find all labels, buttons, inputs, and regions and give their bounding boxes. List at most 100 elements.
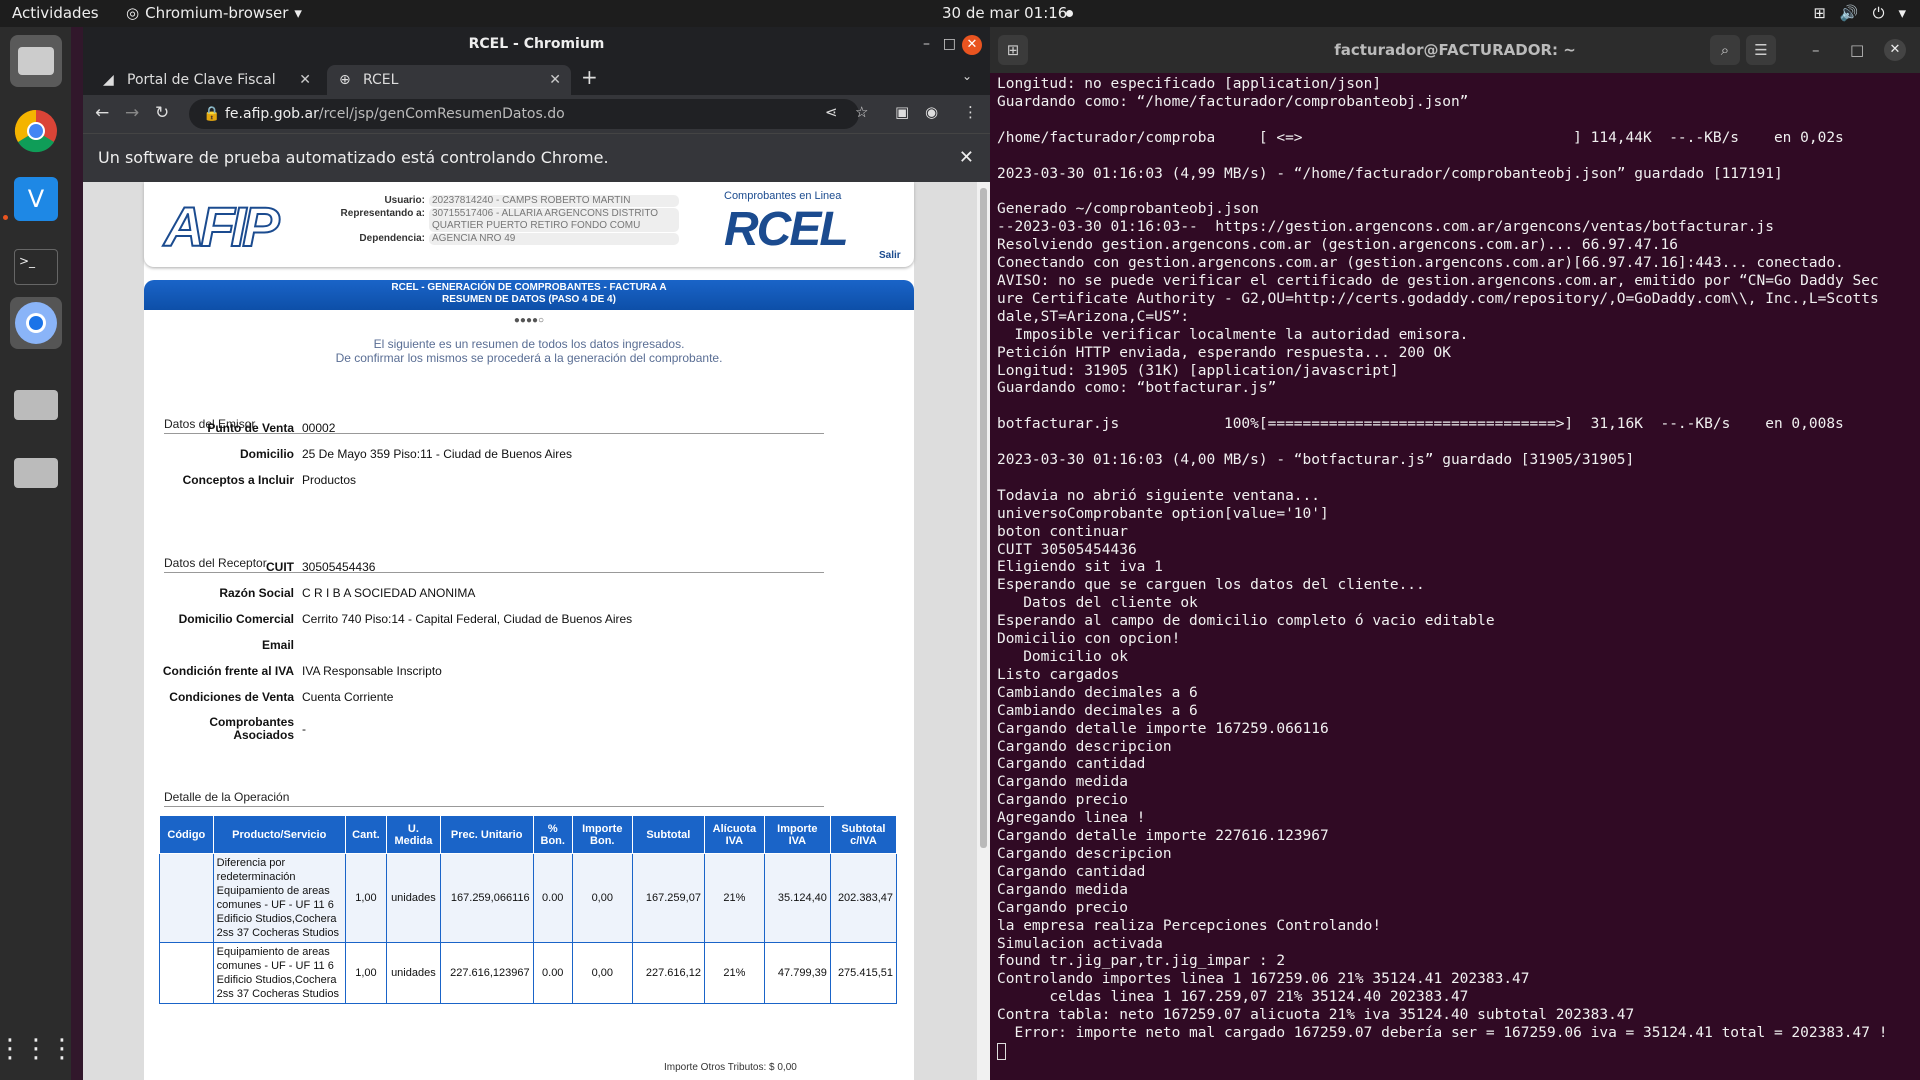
drive-icon[interactable] (10, 447, 62, 499)
salir-link[interactable]: Salir (879, 250, 901, 261)
representing-value: 30715517406 - ALLARIA ARGENCONS DISTRITO… (429, 208, 679, 232)
back-icon[interactable]: ← (95, 103, 109, 123)
share-icon[interactable]: ⋖ (825, 103, 838, 121)
close-button[interactable]: ✕ (1884, 39, 1906, 61)
chrome-icon[interactable] (10, 105, 62, 157)
table-cell: 21% (703, 942, 765, 1004)
banner-title: RCEL - GENERACIÓN DE COMPROBANTES - FACT… (391, 282, 667, 293)
field-label: Comprobantes Asociados (209, 715, 294, 742)
table-cell: 167.259,066116 (439, 853, 534, 943)
app-name: Chromium-browser (145, 4, 289, 22)
new-tab-button[interactable]: + (581, 65, 598, 89)
vscode-icon[interactable]: V (10, 173, 62, 225)
maximize-button[interactable]: □ (943, 27, 956, 62)
system-tray[interactable]: ⊞ 🔊 ⏻ ▾ (1813, 4, 1906, 22)
minimize-button[interactable]: – (1812, 27, 1820, 73)
terminal-line: Esperando al campo de domicilio completo… (997, 613, 1495, 630)
close-tab-icon[interactable]: ✕ (549, 65, 561, 95)
new-tab-icon[interactable]: ⊞ (998, 35, 1028, 65)
label: Dependencia: (359, 233, 425, 244)
search-icon[interactable]: ⌕ (1710, 35, 1740, 65)
table-cell (159, 942, 214, 1004)
field-value: 00002 (302, 421, 336, 435)
field-label: Email (261, 638, 294, 652)
tab-search-icon[interactable]: ⌄ (962, 69, 972, 83)
tab-label: Portal de Clave Fiscal (127, 72, 276, 88)
column-header: Importe IVA (763, 815, 831, 854)
table-cell: 0,00 (571, 942, 633, 1004)
terminal-line: Petición HTTP enviada, esperando respues… (997, 344, 1451, 361)
terminal-line: boton continuar (997, 523, 1128, 540)
terminal-output[interactable]: Longitud: no especificado [application/j… (997, 76, 1913, 1076)
volume-icon: 🔊 (1839, 4, 1859, 22)
menu-icon[interactable]: ☰ (1746, 35, 1776, 65)
terminal-line: Conectando con gestion.argencons.com.ar … (997, 255, 1844, 272)
table-cell: 35.124,40 (763, 853, 831, 943)
maximize-button[interactable]: □ (1850, 27, 1864, 73)
column-header: U. Medida (386, 815, 441, 854)
page-scrollbar[interactable] (977, 182, 990, 1080)
tab-strip: ◢ Portal de Clave Fiscal ✕ ⊕ RCEL ✕ (83, 62, 990, 95)
drive-icon[interactable] (10, 379, 62, 431)
forward-icon[interactable]: → (125, 103, 139, 123)
profile-icon[interactable]: ◉ (925, 103, 938, 121)
tab-rcel[interactable]: ⊕ RCEL ✕ (327, 65, 571, 95)
terminal-line: Eligiendo sit iva 1 (997, 559, 1163, 576)
intro-line: El siguiente es un resumen de todos los … (373, 337, 685, 351)
close-infobar-icon[interactable]: ✕ (959, 134, 974, 182)
field-row: Domicilio Comercial Cerrito 740 Piso:14 -… (144, 612, 914, 638)
terminal-line: Cambiando decimales a 6 (997, 684, 1198, 701)
column-header: Subtotal (631, 815, 705, 854)
terminal-line: AVISO: no se puede verificar el certific… (997, 272, 1879, 289)
terminal-line: /home/facturador/comproba [ <=> ] 114,44… (997, 129, 1844, 146)
column-header: Código (159, 815, 214, 854)
terminal-line: Error: importe neto mal cargado 167259.0… (997, 1025, 1888, 1042)
terminal-line: Longitud: 31905 (31K) [application/javas… (997, 362, 1399, 379)
chromium-dock-icon[interactable] (10, 297, 62, 349)
side-panel-icon[interactable]: ▣ (895, 103, 909, 121)
table-cell: 275.415,51 (829, 942, 898, 1004)
terminal-line: Resolviendo gestion.argencons.com.ar (ge… (997, 237, 1678, 254)
files-icon[interactable] (10, 35, 62, 87)
table-cell: 1,00 (344, 853, 388, 943)
activities-button[interactable]: Actividades (12, 4, 99, 22)
field-label: Condiciones de Venta (169, 690, 294, 704)
column-header: Alícuota IVA (703, 815, 765, 854)
field-row: CUIT 30505454436 (144, 560, 914, 586)
close-tab-icon[interactable]: ✕ (299, 65, 311, 95)
tab-portal[interactable]: ◢ Portal de Clave Fiscal ✕ (91, 65, 321, 95)
terminal-line: Cargando precio (997, 792, 1128, 809)
address-bar[interactable]: 🔒 fe.afip.gob.ar/rcel/jsp/genComResumenDa… (189, 99, 859, 129)
reload-icon[interactable]: ↻ (155, 103, 169, 123)
field-row: Punto de Venta 00002 (144, 421, 914, 447)
terminal-line: universoComprobante option[value='10'] (997, 505, 1329, 522)
minimize-button[interactable]: – (923, 27, 930, 62)
column-header: Subtotal c/IVA (829, 815, 898, 854)
afip-logo: AFIP (163, 194, 281, 259)
field-value: 30505454436 (302, 560, 376, 574)
terminal-title: facturador@FACTURADOR: ~ (1334, 41, 1576, 59)
field-row: Razón Social C R I B A SOCIEDAD ANONIMA (144, 586, 914, 612)
clock[interactable]: 30 de mar 01:16 (942, 4, 1067, 22)
page-header: AFIP Usuario: 20237814240 - CAMPS ROBERTO… (144, 182, 914, 267)
terminal-line: 2023-03-30 01:16:03 (4,99 MB/s) - “/home… (997, 165, 1783, 182)
label: Representando a: (340, 208, 425, 219)
terminal-line: Cargando precio (997, 899, 1128, 916)
url-path: /rcel/jsp/genComResumenDatos.do (318, 106, 565, 122)
terminal-line: 2023-03-30 01:16:03 (4,00 MB/s) - “botfa… (997, 452, 1635, 469)
apps-grid-icon[interactable]: ⋮⋮⋮ (0, 1023, 75, 1075)
top-bar: Actividades ◎ Chromium-browser ▾ 30 de mar… (0, 0, 1920, 27)
table-cell: 1,00 (344, 942, 388, 1004)
menu-icon[interactable]: ⋮ (963, 103, 978, 121)
terminal-line: Cambiando decimales a 6 (997, 702, 1198, 719)
table-cell: 167.259,07 (631, 853, 705, 943)
close-button[interactable]: ✕ (962, 35, 982, 55)
window-titlebar: RCEL - Chromium – □ ✕ (83, 27, 990, 62)
table-cell: 21% (703, 853, 765, 943)
bookmark-star-icon[interactable]: ☆ (855, 103, 868, 121)
terminal-line: dale,ST=Arizona,C=US”: (997, 308, 1190, 325)
app-menu[interactable]: ◎ Chromium-browser ▾ (126, 4, 302, 22)
